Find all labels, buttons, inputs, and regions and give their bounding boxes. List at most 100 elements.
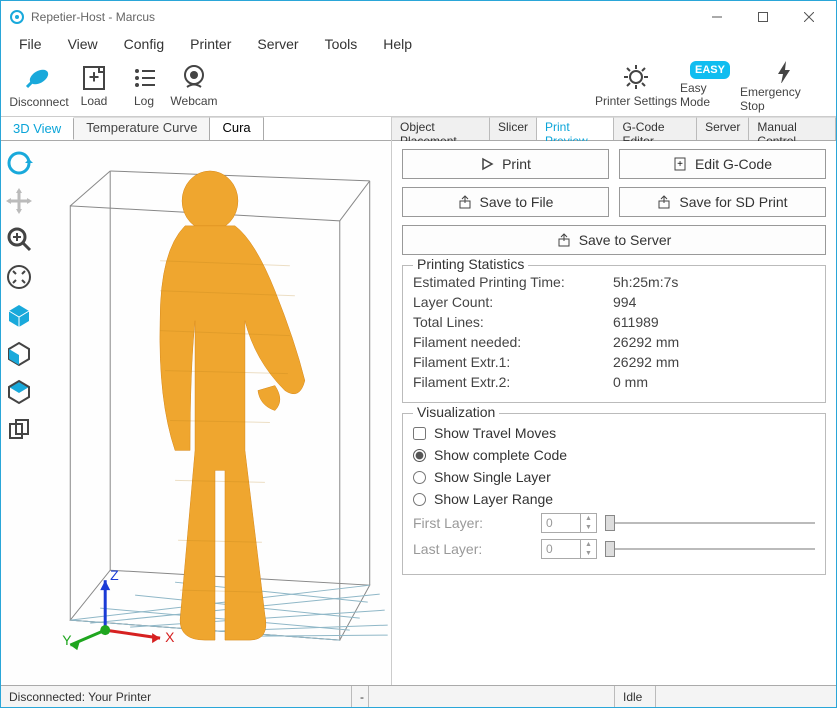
show-range-radio[interactable] [413,493,426,506]
log-button[interactable]: Log [119,57,169,113]
fit-tool[interactable] [3,261,35,293]
window-title: Repetier-Host - Marcus [31,10,694,24]
content-area: 3D View Temperature Curve Cura [1,117,836,685]
tab-object-placement[interactable]: Object Placement [392,117,490,140]
right-tabs: Object Placement Slicer Print Preview G-… [392,117,836,141]
first-layer-input[interactable]: 0▲▼ [541,513,597,533]
easy-mode-button[interactable]: EASY Easy Mode [680,57,740,113]
toolbar: Disconnect + Load Log Webcam Printer Set… [1,55,836,117]
webcam-icon [179,62,209,92]
front-view-tool[interactable] [3,337,35,369]
export-icon [657,195,671,209]
bolt-icon [769,57,799,83]
webcam-button[interactable]: Webcam [169,57,219,113]
spin-down-icon[interactable]: ▼ [580,549,596,558]
3d-canvas[interactable]: X Y Z [39,141,391,685]
layer-count-label: Layer Count: [413,294,613,310]
menu-config[interactable]: Config [118,34,170,54]
right-pane: Object Placement Slicer Print Preview G-… [392,117,836,685]
menu-help[interactable]: Help [377,34,418,54]
rotate-tool[interactable] [3,147,35,179]
show-single-radio[interactable] [413,471,426,484]
export-icon [557,233,571,247]
tab-server[interactable]: Server [697,117,749,140]
show-travel-checkbox[interactable] [413,427,426,440]
tab-print-preview[interactable]: Print Preview [537,117,614,140]
stats-legend: Printing Statistics [413,256,528,272]
axis-z-label: Z [110,567,119,583]
app-icon [9,9,25,25]
load-icon: + [79,62,109,92]
top-view-tool[interactable] [3,375,35,407]
edit-icon: + [673,157,687,171]
axis-x-label: X [165,629,175,645]
filament-extr1-label: Filament Extr.1: [413,354,613,370]
move-tool[interactable] [3,185,35,217]
est-time-label: Estimated Printing Time: [413,274,613,290]
printer-settings-button[interactable]: Printer Settings [592,57,680,113]
spin-up-icon[interactable]: ▲ [580,514,596,523]
filament-needed-value: 26292 mm [613,334,815,350]
status-idle: Idle [615,690,655,704]
status-connection: Disconnected: Your Printer [1,690,351,704]
gear-icon [621,62,651,92]
minimize-button[interactable] [694,2,740,32]
total-lines-label: Total Lines: [413,314,613,330]
parallel-tool[interactable] [3,413,35,445]
menu-printer[interactable]: Printer [184,34,237,54]
tab-temperature[interactable]: Temperature Curve [74,117,210,140]
show-single-label: Show Single Layer [434,469,551,485]
total-lines-value: 611989 [613,314,815,330]
menu-tools[interactable]: Tools [319,34,364,54]
svg-text:+: + [89,67,100,87]
maximize-button[interactable] [740,2,786,32]
spin-up-icon[interactable]: ▲ [580,540,596,549]
zoom-tool[interactable] [3,223,35,255]
export-icon [458,195,472,209]
titlebar: Repetier-Host - Marcus [1,1,836,33]
status-dash: - [352,690,368,704]
spin-down-icon[interactable]: ▼ [580,523,596,532]
filament-extr2-value: 0 mm [613,374,815,390]
viewport: X Y Z [1,141,391,685]
tab-3d-view[interactable]: 3D View [1,117,74,140]
tab-cura[interactable]: Cura [210,117,263,140]
save-to-file-button[interactable]: Save to File [402,187,609,217]
est-time-value: 5h:25m:7s [613,274,815,290]
filament-extr2-label: Filament Extr.2: [413,374,613,390]
show-complete-label: Show complete Code [434,447,567,463]
emergency-stop-button[interactable]: Emergency Stop [740,57,828,113]
show-travel-label: Show Travel Moves [434,425,556,441]
first-layer-slider[interactable] [605,514,815,532]
edit-gcode-button[interactable]: + Edit G-Code [619,149,826,179]
left-pane: 3D View Temperature Curve Cura [1,117,392,685]
close-button[interactable] [786,2,832,32]
view-tabs: 3D View Temperature Curve Cura [1,117,391,141]
play-icon [480,157,494,171]
disconnect-button[interactable]: Disconnect [9,57,69,113]
axis-y-label: Y [62,632,72,648]
save-server-button[interactable]: Save to Server [402,225,826,255]
print-button[interactable]: Print [402,149,609,179]
load-button[interactable]: + Load [69,57,119,113]
viz-legend: Visualization [413,404,499,420]
visualization: Visualization Show Travel Moves Show com… [402,413,826,575]
log-icon [129,62,159,92]
last-layer-label: Last Layer: [413,541,533,557]
menu-server[interactable]: Server [251,34,304,54]
show-complete-radio[interactable] [413,449,426,462]
save-sd-button[interactable]: Save for SD Print [619,187,826,217]
side-tools [1,141,39,685]
printing-statistics: Printing Statistics Estimated Printing T… [402,265,826,403]
statusbar: Disconnected: Your Printer - Idle [1,685,836,707]
tab-gcode-editor[interactable]: G-Code Editor [614,117,697,140]
iso-view-tool[interactable] [3,299,35,331]
preview-panel: Print + Edit G-Code Save to File Save fo… [392,141,836,685]
last-layer-input[interactable]: 0▲▼ [541,539,597,559]
menu-view[interactable]: View [62,34,104,54]
plug-icon [23,61,55,93]
last-layer-slider[interactable] [605,540,815,558]
menu-file[interactable]: File [13,34,48,54]
tab-slicer[interactable]: Slicer [490,117,537,140]
tab-manual-control[interactable]: Manual Control [749,117,836,140]
